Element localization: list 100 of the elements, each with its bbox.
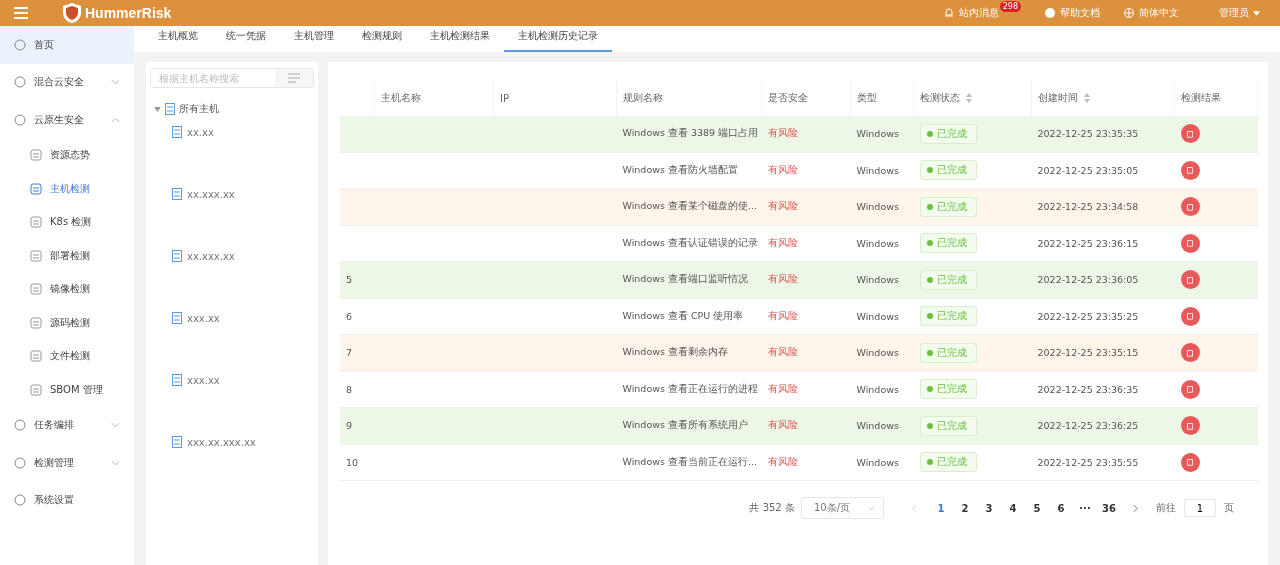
sort-icon[interactable] (966, 93, 972, 103)
bell-icon[interactable] (943, 8, 954, 18)
menu-item-icon (14, 113, 26, 126)
type-label: Windows (856, 128, 899, 140)
sort-icon[interactable] (1084, 93, 1090, 103)
result-button[interactable] (1180, 416, 1200, 436)
table-row[interactable]: 7 Windows 查看剩余内存 有风险 Windows 已完成 2022-12-25 23:35:15 (340, 334, 1258, 371)
table-row[interactable]: Windows 查看认证错误的记录 有风险 Windows 已完成 2022-12-25 23:36:15 (340, 225, 1258, 262)
tree-node[interactable]: xxx.xx (172, 312, 314, 324)
result-button[interactable] (1180, 160, 1200, 180)
dropdown-caret-icon (868, 505, 875, 511)
tab[interactable]: 主机检测历史记录 (504, 29, 612, 52)
created-time: 2022-12-25 23:35:35 (1037, 128, 1139, 140)
sidebar-subitem[interactable]: 主机检测 (0, 172, 134, 206)
caret-icon (154, 106, 161, 112)
logo-text: HummerRisk (85, 5, 172, 21)
tree-node[interactable]: xx.xx (172, 126, 314, 138)
sidebar-subitem[interactable]: 文件检测 (0, 339, 134, 373)
page-size-select[interactable]: 10条/页 (800, 497, 884, 519)
tree-node[interactable]: xx.xxx.xx (172, 250, 314, 262)
total-count: 共 352 条 (749, 501, 795, 515)
page-input[interactable]: 1 (1184, 499, 1216, 517)
tab[interactable]: 主机检测结果 (416, 29, 504, 52)
result-button[interactable] (1180, 124, 1200, 144)
menu-item-icon (30, 316, 42, 329)
type-label: Windows (856, 383, 899, 395)
result-button[interactable] (1180, 233, 1200, 253)
rule-name: Windows 查看认证错误的记录 (622, 236, 758, 248)
page-number[interactable]: 5 (1025, 502, 1049, 514)
page-number[interactable]: 6 (1049, 502, 1073, 514)
sidebar-subitem[interactable]: 部署检测 (0, 239, 134, 273)
server-icon (172, 436, 182, 448)
rule-name: Windows 查看 CPU 使用率 (622, 309, 744, 321)
page-number[interactable]: 3 (977, 502, 1001, 514)
created-time: 2022-12-25 23:35:55 (1037, 456, 1139, 468)
table-row[interactable]: Windows 查看某个磁盘的使... 有风险 Windows 已完成 2022-12-25 23:34:58 (340, 188, 1258, 225)
sidebar-item[interactable]: 云原生安全 (0, 101, 134, 139)
sidebar-item[interactable]: 检测管理 (0, 444, 134, 482)
sidebar-item[interactable]: 混合云安全 (0, 63, 134, 101)
type-label: Windows (856, 420, 899, 432)
menu-item-icon (30, 283, 42, 296)
page-number[interactable]: 1 (929, 502, 953, 514)
created-time: 2022-12-25 23:36:15 (1037, 237, 1139, 249)
tree-node[interactable]: xxx.xx.xxx.xx (172, 436, 314, 448)
tab[interactable]: 主机管理 (280, 29, 348, 52)
rule-name: Windows 查看当前正在运行... (622, 455, 757, 467)
risk-label: 有风险 (767, 382, 798, 394)
type-label: Windows (856, 237, 899, 249)
result-button[interactable] (1180, 452, 1200, 472)
tree-node[interactable]: 所有主机 (154, 102, 314, 116)
shield-logo-icon (62, 2, 82, 24)
sidebar-item[interactable]: 首页 (0, 26, 134, 64)
sidebar-subitem[interactable]: 资源态势 (0, 138, 134, 172)
table-row[interactable]: 8 Windows 查看正在运行的进程 有风险 Windows 已完成 2022-12-25 23:36:35 (340, 371, 1258, 408)
page-number[interactable]: 4 (1001, 502, 1025, 514)
result-button[interactable] (1180, 197, 1200, 217)
status-tag: 已完成 (919, 415, 977, 436)
row-number: 5 (346, 274, 353, 286)
result-button[interactable] (1180, 306, 1200, 326)
globe-icon[interactable] (1124, 8, 1134, 18)
sidebar-subitem[interactable]: SBOM 管理 (0, 373, 134, 407)
tab[interactable]: 检测规则 (348, 29, 416, 52)
status-tag: 已完成 (919, 306, 977, 327)
sidebar-subitem[interactable]: K8s 检测 (0, 205, 134, 239)
row-number: 7 (346, 347, 353, 359)
status-tag: 已完成 (919, 379, 977, 400)
result-button[interactable] (1180, 379, 1200, 399)
table-row[interactable]: 9 Windows 查看所有系统用户 有风险 Windows 已完成 2022-12-25 23:36:25 (340, 407, 1258, 444)
sidebar-item[interactable]: 系统设置 (0, 481, 134, 519)
page-number[interactable]: 2 (953, 502, 977, 514)
next-page-icon[interactable] (1133, 503, 1138, 513)
sidebar-subitem[interactable]: 镜像检测 (0, 272, 134, 306)
tab[interactable]: 统一凭据 (212, 29, 280, 52)
risk-label: 有风险 (767, 309, 798, 321)
risk-label: 有风险 (767, 200, 798, 212)
risk-label: 有风险 (767, 236, 798, 248)
type-label: Windows (856, 201, 899, 213)
table-row[interactable]: Windows 查看防火墙配置 有风险 Windows 已完成 2022-12-25 23:35:05 (340, 152, 1258, 189)
table-row[interactable]: 5 Windows 查看端口监听情况 有风险 Windows 已完成 2022-12-25 23:36:05 (340, 261, 1258, 298)
column-header[interactable]: 创建时间 (1038, 91, 1078, 105)
risk-label: 有风险 (767, 346, 798, 358)
sidebar-subitem[interactable]: 源码检测 (0, 306, 134, 340)
table-row[interactable]: 6 Windows 查看 CPU 使用率 有风险 Windows 已完成 2022-12-25 23:35:25 (340, 298, 1258, 335)
sidebar-item[interactable]: 任务编排 (0, 406, 134, 444)
tab[interactable]: 主机概览 (144, 29, 212, 52)
result-button[interactable] (1180, 270, 1200, 290)
status-tag: 已完成 (919, 123, 977, 144)
tree-node[interactable]: xx.xxx.xx (172, 188, 314, 200)
page-number[interactable]: ··· (1073, 502, 1097, 514)
tree-node[interactable]: xxx.xx (172, 374, 314, 386)
menu-icon[interactable] (14, 7, 28, 19)
menu-item-icon (30, 182, 42, 195)
column-header[interactable]: 检测状态 (920, 91, 960, 105)
table-row[interactable]: Windows 查看 3389 端口占用 有风险 Windows 已完成 2022-12-25 23:35:35 (340, 116, 1258, 152)
menu-item-icon (14, 456, 26, 469)
result-button[interactable] (1180, 343, 1200, 363)
row-number: 6 (346, 310, 353, 322)
caret-icon[interactable] (1253, 10, 1260, 16)
page-number[interactable]: 36 (1097, 502, 1121, 514)
table-row[interactable]: 10 Windows 查看当前正在运行... 有风险 Windows 已完成 2022-12-25 23:35:55 (340, 444, 1258, 481)
